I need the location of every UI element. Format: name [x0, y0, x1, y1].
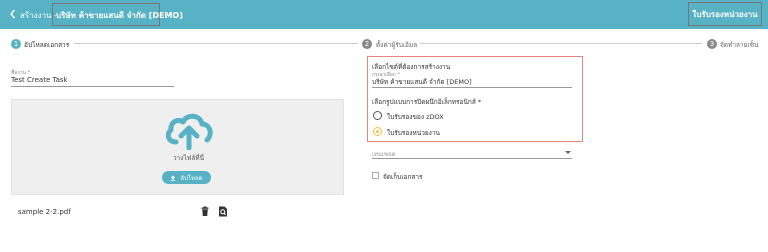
upload-icon — [171, 175, 176, 181]
upload-button-label: อัปโหลด — [180, 174, 203, 182]
radio-organization-certificate-label: ใบรับรองหน่วยงาน — [387, 129, 440, 137]
task-name-underline — [11, 86, 174, 87]
store-document-checkbox[interactable] — [372, 172, 379, 179]
step-2-label: ตั้งค่าผู้รับเอิมล — [376, 41, 418, 49]
step-1-label: อัปโหลดเอกสาร — [24, 41, 70, 49]
radio-zdox-certificate[interactable] — [373, 111, 382, 120]
trash-icon[interactable] — [200, 206, 210, 217]
step-3-label: จัดทำลายเซ็น — [720, 41, 759, 49]
template-select-underline — [372, 158, 572, 159]
step-3-badge: 3 — [707, 39, 717, 49]
signature-type-title: เลือกรูปแบบการปิดผนึกอิเล็กทรอนิกส์ * — [372, 98, 482, 106]
company-select[interactable]: บริษัท ค้าขายแสนดี จำกัด [DEMO] — [372, 77, 472, 87]
preview-file-icon[interactable] — [218, 206, 228, 217]
radio-zdox-certificate-label: ใบรับรองของ zDOX — [387, 113, 444, 121]
step-1-badge: 1 — [11, 39, 21, 49]
drop-files-text: วางไฟล์ที่นี่ — [172, 154, 205, 162]
header-company-name: บริษัท ค้าขายแสนดี จำกัด [DEMO] — [56, 11, 183, 20]
organization-certificate-button[interactable]: ใบรับรองหน่วยงาน — [688, 2, 762, 26]
step-2-badge: 2 — [362, 39, 372, 49]
chevron-down-icon[interactable] — [565, 151, 571, 154]
company-select-underline — [372, 87, 572, 88]
back-arrow-icon[interactable] — [8, 8, 18, 20]
uploaded-file-name: sample 2-2.pdf — [18, 208, 71, 216]
stepper-connector — [74, 43, 358, 44]
stepper-connector — [420, 43, 702, 44]
radio-organization-certificate[interactable] — [373, 127, 382, 136]
cloud-upload-icon — [165, 113, 213, 150]
task-name-input[interactable]: Test Create Task — [11, 76, 68, 84]
store-document-label: จัดเก็บเอกสาร — [383, 173, 423, 181]
upload-button[interactable]: อัปโหลด — [162, 171, 211, 184]
